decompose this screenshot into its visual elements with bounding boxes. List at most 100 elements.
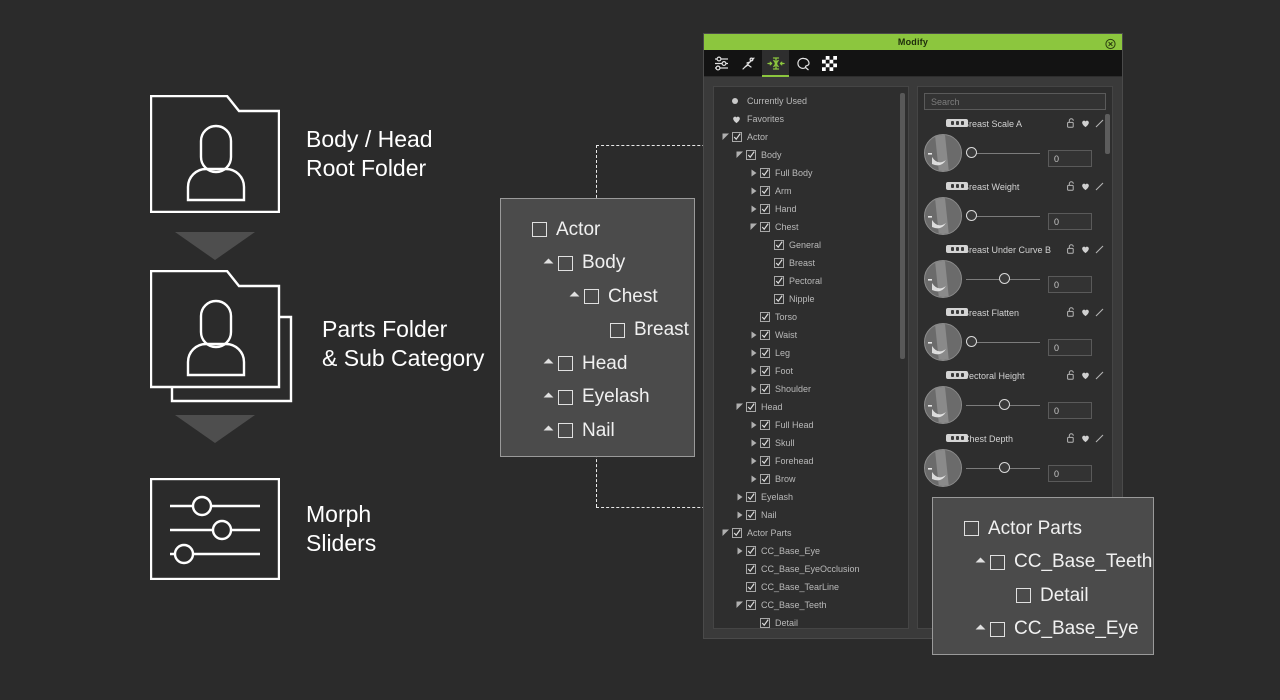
morph-thumbnail-toggle[interactable] xyxy=(946,371,968,379)
twisty-closed-icon[interactable] xyxy=(748,164,760,182)
twisty-closed-icon[interactable] xyxy=(748,452,760,470)
morph-slider[interactable] xyxy=(964,197,1042,235)
tree-row[interactable]: Nail xyxy=(714,506,908,524)
search-input[interactable]: Search xyxy=(924,93,1106,110)
morph-preview-thumbnail[interactable] xyxy=(924,323,962,361)
tree-checkbox[interactable] xyxy=(760,330,770,340)
morph-value-field[interactable]: 0 xyxy=(1048,465,1092,482)
tree-row[interactable]: Leg xyxy=(714,344,908,362)
morph-slider[interactable] xyxy=(964,260,1042,298)
tree-checkbox[interactable] xyxy=(746,564,756,574)
heart-icon[interactable] xyxy=(1081,115,1090,133)
tree-checkbox[interactable] xyxy=(746,582,756,592)
pencil-icon[interactable] xyxy=(1095,241,1104,259)
slider-thumb[interactable] xyxy=(999,273,1010,284)
morph-value-field[interactable]: 0 xyxy=(1048,402,1092,419)
tree-row[interactable]: Currently Used xyxy=(714,92,908,110)
tree-row[interactable]: Breast xyxy=(714,254,908,272)
unlock-icon[interactable] xyxy=(1067,115,1076,133)
pencil-icon[interactable] xyxy=(1095,430,1104,448)
tree-checkbox[interactable] xyxy=(760,348,770,358)
tree-row[interactable]: Brow xyxy=(714,470,908,488)
tree-row[interactable]: Arm xyxy=(714,182,908,200)
heart-icon[interactable] xyxy=(1081,430,1090,448)
morph-value-field[interactable]: 0 xyxy=(1048,213,1092,230)
tree-checkbox[interactable] xyxy=(732,528,742,538)
tree-checkbox[interactable] xyxy=(732,132,742,142)
tree-checkbox[interactable] xyxy=(746,492,756,502)
tree-checkbox[interactable] xyxy=(746,402,756,412)
adjust-sliders-icon[interactable] xyxy=(708,50,735,77)
tree-checkbox[interactable] xyxy=(774,294,784,304)
morph-slider[interactable] xyxy=(964,134,1042,172)
tree-row[interactable]: CC_Base_Eye xyxy=(714,542,908,560)
tree-checkbox[interactable] xyxy=(760,618,770,628)
twisty-open-icon[interactable] xyxy=(720,524,732,542)
pencil-icon[interactable] xyxy=(1095,367,1104,385)
tree-checkbox[interactable] xyxy=(774,240,784,250)
twisty-closed-icon[interactable] xyxy=(748,434,760,452)
tree-row[interactable]: Chest xyxy=(714,218,908,236)
tree-checkbox[interactable] xyxy=(774,258,784,268)
tree-row[interactable]: Nipple xyxy=(714,290,908,308)
morph-preview-thumbnail[interactable] xyxy=(924,260,962,298)
tree-checkbox[interactable] xyxy=(760,186,770,196)
heart-icon[interactable] xyxy=(1081,178,1090,196)
tree-checkbox[interactable] xyxy=(760,222,770,232)
tree-row[interactable]: Head xyxy=(714,398,908,416)
tree-checkbox[interactable] xyxy=(760,474,770,484)
morph-preview-thumbnail[interactable] xyxy=(924,134,962,172)
slider-thumb[interactable] xyxy=(966,147,977,158)
morph-preview-thumbnail[interactable] xyxy=(924,197,962,235)
tree-checkbox[interactable] xyxy=(760,456,770,466)
tree-checkbox[interactable] xyxy=(760,438,770,448)
tree-row[interactable]: Foot xyxy=(714,362,908,380)
slider-thumb[interactable] xyxy=(999,399,1010,410)
tree-row[interactable]: Actor Parts xyxy=(714,524,908,542)
twisty-closed-icon[interactable] xyxy=(748,182,760,200)
twisty-open-icon[interactable] xyxy=(734,398,746,416)
morph-modify-icon[interactable] xyxy=(762,50,789,77)
unlock-icon[interactable] xyxy=(1067,304,1076,322)
tree-row[interactable]: Shoulder xyxy=(714,380,908,398)
tree-row[interactable]: Waist xyxy=(714,326,908,344)
pencil-icon[interactable] xyxy=(1095,304,1104,322)
morph-preview-thumbnail[interactable] xyxy=(924,386,962,424)
material-palette-icon[interactable] xyxy=(789,50,816,77)
heart-icon[interactable] xyxy=(1081,241,1090,259)
morph-thumbnail-toggle[interactable] xyxy=(946,182,968,190)
tree-checkbox[interactable] xyxy=(746,600,756,610)
morph-value-field[interactable]: 0 xyxy=(1048,339,1092,356)
twisty-closed-icon[interactable] xyxy=(748,362,760,380)
unlock-icon[interactable] xyxy=(1067,178,1076,196)
tree-row[interactable]: Favorites xyxy=(714,110,908,128)
tree-row[interactable]: Actor xyxy=(714,128,908,146)
unlock-icon[interactable] xyxy=(1067,241,1076,259)
twisty-closed-icon[interactable] xyxy=(734,506,746,524)
heart-icon[interactable] xyxy=(1081,304,1090,322)
twisty-open-icon[interactable] xyxy=(734,596,746,614)
twisty-closed-icon[interactable] xyxy=(748,200,760,218)
tree-row[interactable]: CC_Base_Teeth xyxy=(714,596,908,614)
pencil-icon[interactable] xyxy=(1095,178,1104,196)
tree-checkbox[interactable] xyxy=(760,168,770,178)
morph-slider[interactable] xyxy=(964,449,1042,487)
heart-icon[interactable] xyxy=(1081,367,1090,385)
pencil-icon[interactable] xyxy=(1095,115,1104,133)
twisty-closed-icon[interactable] xyxy=(734,542,746,560)
tree-row[interactable]: Pectoral xyxy=(714,272,908,290)
unlock-icon[interactable] xyxy=(1067,430,1076,448)
morph-value-field[interactable]: 0 xyxy=(1048,276,1092,293)
morph-value-field[interactable]: 0 xyxy=(1048,150,1092,167)
tree-row[interactable]: Torso xyxy=(714,308,908,326)
tree-scrollbar[interactable] xyxy=(900,93,905,359)
morph-preview-thumbnail[interactable] xyxy=(924,449,962,487)
tree-row[interactable]: Skull xyxy=(714,434,908,452)
tree-row[interactable]: Eyelash xyxy=(714,488,908,506)
slider-thumb[interactable] xyxy=(999,462,1010,473)
unlock-icon[interactable] xyxy=(1067,367,1076,385)
tree-row[interactable]: Forehead xyxy=(714,452,908,470)
tree-checkbox[interactable] xyxy=(760,384,770,394)
slider-thumb[interactable] xyxy=(966,210,977,221)
tree-row[interactable]: Detail xyxy=(714,614,908,629)
